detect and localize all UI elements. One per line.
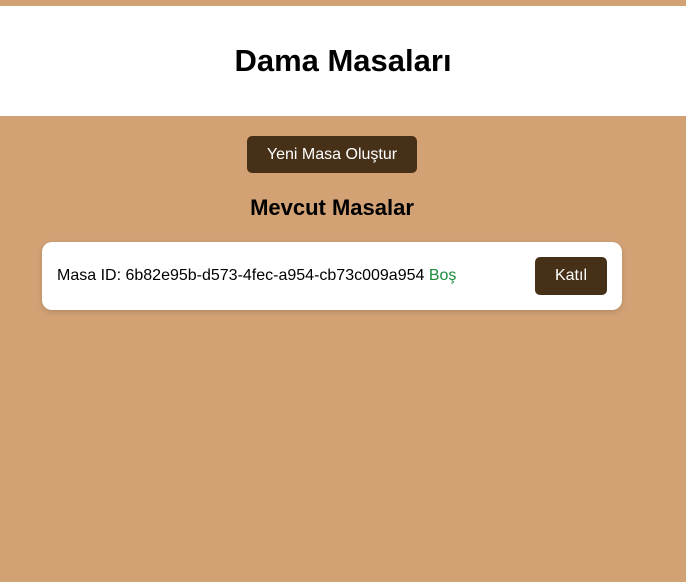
section-title: Mevcut Masalar <box>250 195 414 220</box>
page-header: Dama Masaları <box>0 6 686 116</box>
table-card: Masa ID: 6b82e95b-d573-4fec-a954-cb73c00… <box>42 242 622 310</box>
create-table-button[interactable]: Yeni Masa Oluştur <box>247 136 417 173</box>
page-title: Dama Masaları <box>234 43 452 78</box>
table-id: 6b82e95b-d573-4fec-a954-cb73c009a954 <box>125 267 425 284</box>
table-id-label: Masa ID: <box>57 267 122 284</box>
join-button[interactable]: Katıl <box>535 257 607 295</box>
tables-list: Masa ID: 6b82e95b-d573-4fec-a954-cb73c00… <box>42 242 622 310</box>
table-status: Boş <box>428 267 457 284</box>
table-info: Masa ID: 6b82e95b-d573-4fec-a954-cb73c00… <box>57 267 456 285</box>
